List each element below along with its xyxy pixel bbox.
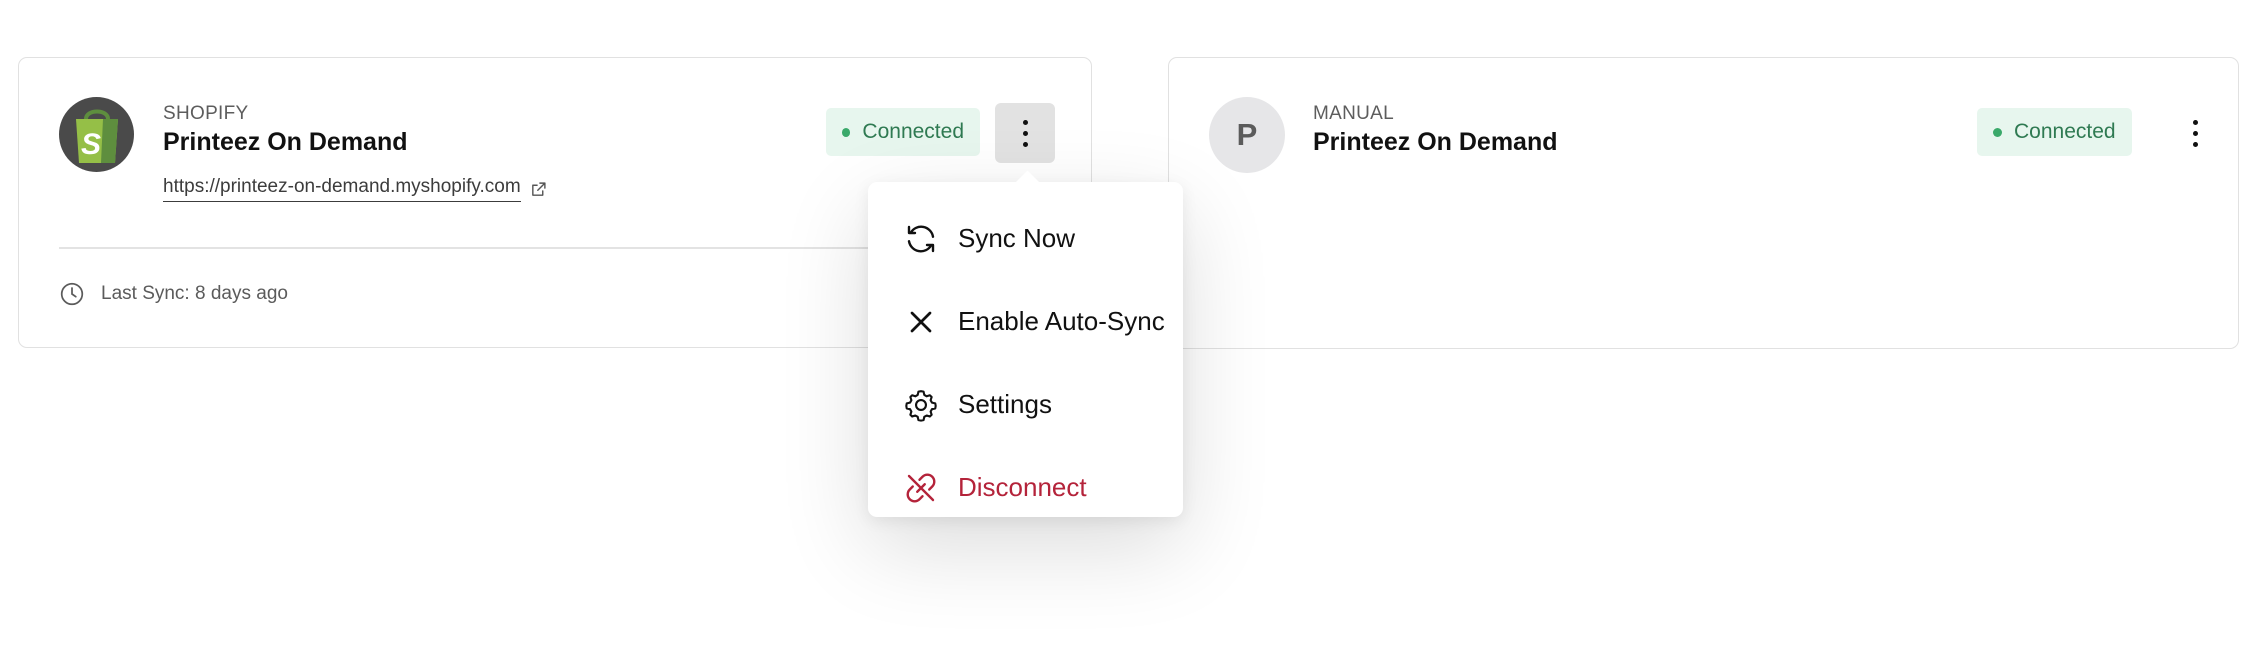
- sync-icon: [907, 225, 935, 252]
- status-badge: Connected: [826, 108, 980, 156]
- menu-item-label: Sync Now: [958, 223, 1076, 253]
- menu-item-label: Disconnect: [958, 472, 1087, 502]
- status-badge: Connected: [1977, 108, 2132, 156]
- actions-dropdown-menu: Sync Now Enable Auto-Sync Settings Disco…: [868, 182, 1183, 517]
- more-options-button[interactable]: [2165, 103, 2225, 163]
- more-options-button[interactable]: [995, 103, 1055, 163]
- last-sync-text: Last Sync: 8 days ago: [101, 283, 288, 304]
- store-url-link[interactable]: https://printeez-on-demand.myshopify.com: [163, 176, 547, 202]
- menu-item-label: Settings: [958, 389, 1052, 419]
- integration-card-manual: P MANUAL Printeez On Demand Connected: [1168, 57, 2239, 349]
- menu-item-sync-now[interactable]: Sync Now: [868, 197, 1183, 280]
- menu-item-enable-auto-sync[interactable]: Enable Auto-Sync: [868, 280, 1183, 363]
- gear-icon: [905, 389, 937, 422]
- menu-item-label: Enable Auto-Sync: [958, 306, 1165, 336]
- menu-item-disconnect[interactable]: Disconnect: [868, 446, 1183, 529]
- avatar: P: [1209, 97, 1285, 173]
- status-text: Connected: [862, 120, 964, 143]
- kebab-menu-icon: [2192, 119, 2198, 147]
- platform-label: MANUAL: [1313, 103, 1394, 124]
- shopify-bag-icon: S: [75, 109, 118, 163]
- svg-text:S: S: [80, 128, 100, 161]
- external-link-icon: [531, 181, 546, 196]
- store-name: Printeez On Demand: [1313, 128, 1558, 156]
- store-name: Printeez On Demand: [163, 128, 408, 156]
- kebab-menu-icon: [1022, 119, 1028, 147]
- status-text: Connected: [2014, 120, 2116, 143]
- status-dot: [1993, 127, 2002, 137]
- shopify-logo: S: [59, 97, 134, 172]
- platform-label: SHOPIFY: [163, 103, 249, 124]
- status-dot: [842, 127, 851, 137]
- last-sync-row: Last Sync: 8 days ago: [59, 281, 288, 307]
- clock-icon: [60, 282, 84, 306]
- divider: [59, 247, 983, 249]
- store-url[interactable]: https://printeez-on-demand.myshopify.com: [163, 176, 521, 202]
- menu-item-settings[interactable]: Settings: [868, 363, 1183, 446]
- unlink-icon: [906, 473, 936, 502]
- close-icon: [910, 311, 932, 332]
